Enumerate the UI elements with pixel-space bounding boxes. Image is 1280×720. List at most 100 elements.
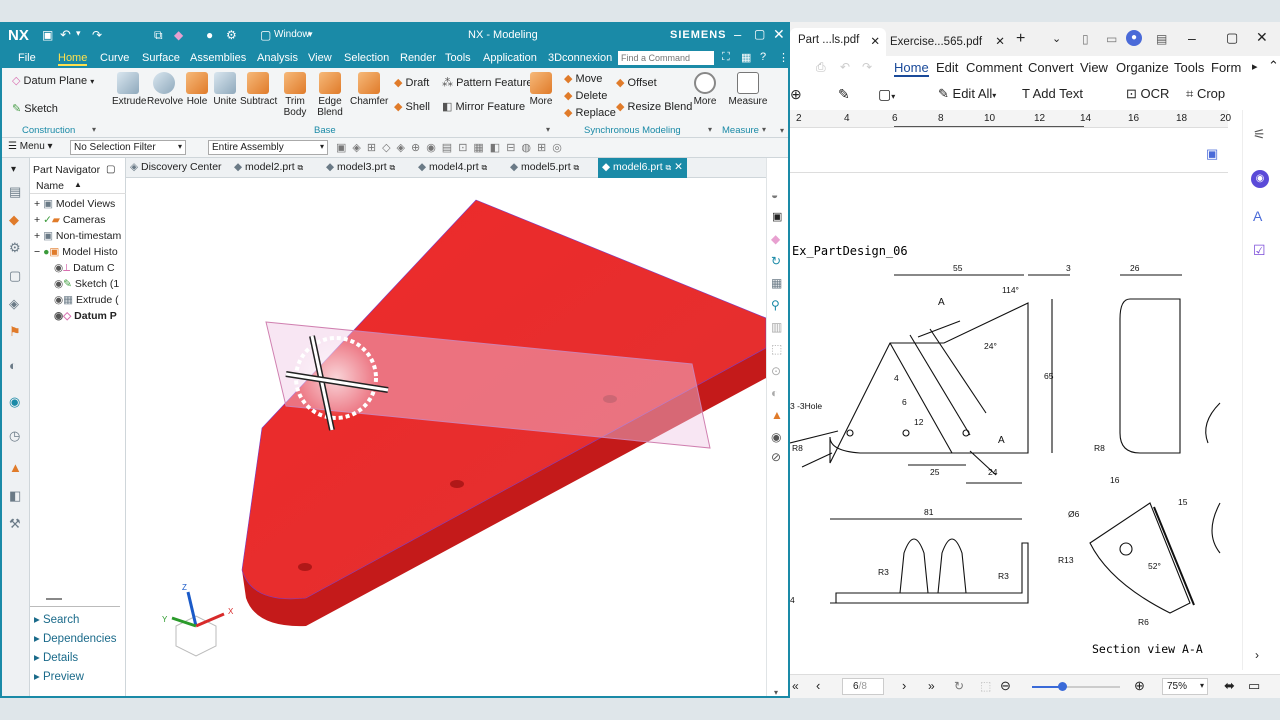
pdf-tab-2[interactable]: Exercise...565.pdf ✕: [890, 34, 1005, 48]
zoom-select[interactable]: 75% ▾: [1162, 678, 1208, 695]
delete-button[interactable]: ◆ Delete: [564, 89, 607, 102]
scope-select[interactable]: Entire Assembly ▾: [208, 140, 328, 155]
find-command-input[interactable]: [618, 51, 714, 65]
tree-row-sketch[interactable]: ◉✎ Sketch (1: [54, 278, 119, 290]
trim-body-button[interactable]: Trim Body: [280, 72, 310, 118]
tree-row-model-history[interactable]: − ●▣ Model Histo: [34, 246, 118, 258]
pdf-menu-convert[interactable]: Convert: [1028, 60, 1074, 75]
close-icon[interactable]: ✕: [870, 34, 880, 48]
tab-model2[interactable]: ◆ model2.prt ⧉: [234, 161, 303, 173]
redo-icon[interactable]: ↷: [862, 60, 872, 74]
tree-row-non-timestamp[interactable]: + ▣ Non-timestam: [34, 230, 121, 242]
splitter-handle[interactable]: [46, 598, 62, 600]
hd3d-tools-icon[interactable]: ◈: [9, 296, 19, 312]
maximize-icon[interactable]: ▢: [1226, 30, 1238, 46]
measure-button[interactable]: Measure: [726, 72, 770, 107]
hole-button[interactable]: Hole: [184, 72, 210, 107]
web-browser-icon[interactable]: ⚑: [9, 324, 21, 340]
menu-tools[interactable]: Tools: [445, 52, 471, 64]
device-icon[interactable]: ▯: [1082, 32, 1089, 46]
link-icon[interactable]: ⚲: [771, 298, 780, 312]
chevron-right-icon[interactable]: ›: [1255, 648, 1259, 662]
mic-icon[interactable]: ●: [206, 28, 213, 42]
new-tab-icon[interactable]: +: [1016, 30, 1025, 48]
reuse-library-icon[interactable]: ▢: [9, 268, 21, 284]
pdf-menu-edit[interactable]: Edit: [936, 60, 958, 75]
datum-plane-button[interactable]: ◇ Datum Plane ▾: [12, 74, 94, 87]
menu-curve[interactable]: Curve: [100, 52, 129, 64]
tab-model3[interactable]: ◆ model3.prt ⧉: [326, 161, 395, 173]
tablet-icon[interactable]: ▭: [1106, 32, 1117, 46]
close-icon[interactable]: ✕: [674, 161, 683, 173]
chevron-down-icon[interactable]: ▾: [780, 126, 784, 135]
menu-view[interactable]: View: [308, 52, 332, 64]
graphics-viewport[interactable]: Z X Y: [126, 178, 766, 696]
pdf-menu-tools[interactable]: Tools: [1174, 60, 1204, 75]
replace-button[interactable]: ◆ Replace: [564, 106, 616, 119]
chevron-down-icon[interactable]: ▾: [92, 125, 96, 134]
pdf-menu-organize[interactable]: Organize: [1116, 60, 1169, 75]
tree-row-cameras[interactable]: + ✓▰ Cameras: [34, 214, 105, 226]
chevron-down-icon[interactable]: ▾: [11, 164, 16, 175]
draft-button[interactable]: ◆ Draft: [394, 76, 429, 89]
fit-page-icon[interactable]: ▭: [1248, 678, 1260, 694]
translate-icon[interactable]: A: [1253, 208, 1262, 224]
more-sync-button[interactable]: More: [690, 72, 720, 107]
sketch-button[interactable]: ✎ Sketch: [12, 102, 58, 115]
zoom-icon[interactable]: ⊙: [771, 364, 781, 378]
history-icon[interactable]: ◐: [9, 358, 17, 373]
select-icon[interactable]: ⬚: [980, 679, 991, 693]
section-preview[interactable]: ▸ Preview: [34, 669, 84, 683]
rotate-icon[interactable]: ↻: [954, 679, 964, 693]
resize-blend-button[interactable]: ◆ Resize Blend: [616, 100, 692, 113]
zoom-slider-thumb[interactable]: [1058, 682, 1067, 691]
add-text-button[interactable]: T Add Text: [1022, 86, 1083, 101]
ai-assistant-icon[interactable]: ◉: [1251, 170, 1269, 188]
view-triad[interactable]: [171, 591, 225, 657]
menu-application[interactable]: Application: [483, 52, 537, 64]
chevron-down-icon[interactable]: ▾: [762, 125, 766, 134]
section-details[interactable]: ▸ Details: [34, 650, 78, 664]
menu-button[interactable]: ☰ Menu ▾: [8, 141, 53, 152]
unite-button[interactable]: Unite: [211, 72, 239, 107]
minimize-icon[interactable]: –: [734, 27, 741, 42]
section-dependencies[interactable]: ▸ Dependencies: [34, 631, 117, 645]
zoom-in-icon[interactable]: ⊕: [790, 86, 802, 103]
edge-blend-button[interactable]: Edge Blend: [314, 72, 346, 118]
menu-selection[interactable]: Selection: [344, 52, 389, 64]
offset-button[interactable]: ◆ Offset: [616, 76, 657, 89]
extrude-button[interactable]: Extrude: [112, 72, 146, 107]
close-icon[interactable]: ✕: [773, 26, 785, 43]
next-page-icon[interactable]: ›: [902, 678, 906, 693]
chevron-down-icon[interactable]: ▾: [708, 125, 712, 134]
panel-icon[interactable]: ▤: [1156, 32, 1167, 46]
pdf-tab-active[interactable]: Part ...ls.pdf ✕: [790, 28, 886, 56]
process-studio-icon[interactable]: ▲: [9, 460, 22, 475]
pdf-menu-form[interactable]: Form: [1211, 60, 1241, 75]
chamfer-button[interactable]: Chamfer: [350, 72, 388, 107]
tab-model5[interactable]: ◆ model5.prt ⧉: [510, 161, 579, 173]
menu-file[interactable]: File: [18, 52, 36, 64]
tab-discovery-center[interactable]: ◈ Discovery Center: [130, 161, 222, 173]
settings-icon[interactable]: ⚙: [226, 28, 237, 42]
section-icon[interactable]: ◐: [771, 386, 778, 400]
pdf-menu-view[interactable]: View: [1080, 60, 1108, 75]
last-page-icon[interactable]: »: [928, 679, 935, 693]
page-number-input[interactable]: 6/8: [842, 678, 884, 695]
highlight-icon[interactable]: ✎: [838, 86, 850, 103]
tab-model4[interactable]: ◆ model4.prt ⧉: [418, 161, 487, 173]
redo-icon[interactable]: ↷: [92, 28, 102, 42]
view-cube-icon[interactable]: ▦: [771, 276, 782, 290]
model-canvas[interactable]: Z X Y: [126, 178, 766, 696]
chevron-down-icon[interactable]: ▾: [308, 29, 313, 40]
snap-icons[interactable]: ▣◈⊞◇◈⊕◉▤⊡▦◧⊟◍⊞◎: [336, 141, 568, 154]
rotate-icon[interactable]: ↻: [771, 254, 781, 268]
tab-model6[interactable]: ◆ model6.prt ⧉ ✕: [598, 158, 687, 178]
maximize-icon[interactable]: ▢: [754, 27, 765, 41]
window-icon[interactable]: ▣: [772, 210, 782, 223]
pdf-menu-home[interactable]: Home: [894, 60, 929, 77]
chevron-down-icon[interactable]: ⌄: [1052, 32, 1061, 45]
hole-feature[interactable]: [298, 563, 312, 571]
subtract-button[interactable]: Subtract: [240, 72, 277, 107]
revolve-button[interactable]: Revolve: [147, 72, 183, 107]
